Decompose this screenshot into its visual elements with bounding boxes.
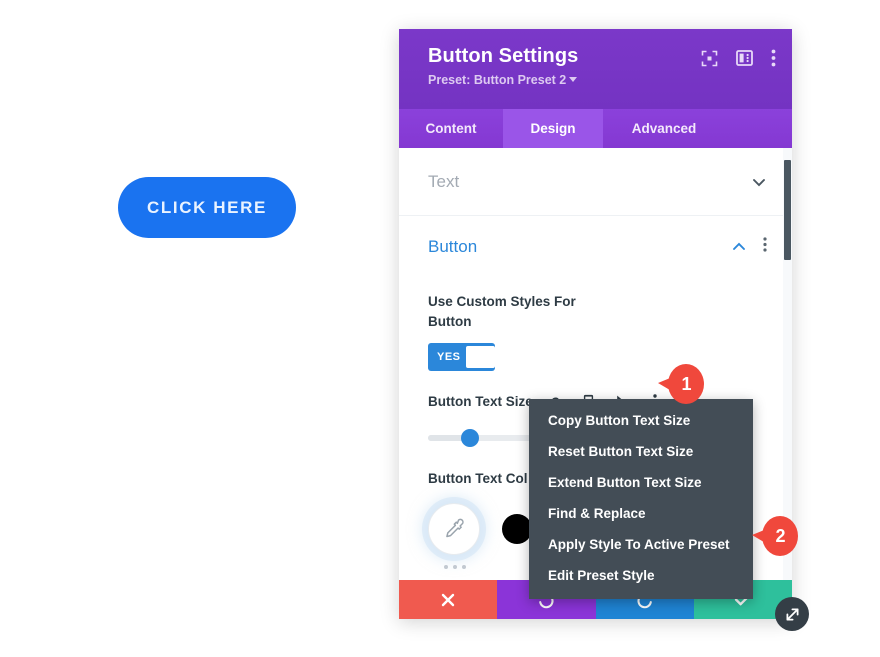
fullscreen-icon[interactable]: [701, 50, 718, 67]
context-menu: Copy Button Text Size Reset Button Text …: [529, 399, 753, 599]
tab-advanced[interactable]: Advanced: [603, 109, 725, 148]
menu-item-apply-style-to-active-preset[interactable]: Apply Style To Active Preset: [529, 529, 753, 560]
resize-handle[interactable]: [775, 597, 809, 631]
color-swatch-black[interactable]: [502, 514, 532, 544]
tab-design[interactable]: Design: [503, 109, 603, 148]
preview-button-label: CLICK HERE: [147, 197, 267, 217]
menu-item-reset[interactable]: Reset Button Text Size: [529, 436, 753, 467]
menu-item-copy[interactable]: Copy Button Text Size: [529, 405, 753, 436]
toggle-knob: [465, 346, 495, 368]
slider-knob[interactable]: [461, 429, 479, 447]
screenshot-root: CLICK HERE Button Settings Preset: Butto…: [0, 0, 880, 657]
section-text-label: Text: [428, 171, 460, 191]
header-icon-group: [701, 49, 776, 67]
annotation-pin-2: 2: [752, 516, 798, 556]
section-more-vertical-icon[interactable]: [763, 237, 767, 257]
tab-content[interactable]: Content: [399, 109, 503, 148]
field-custom-styles: Use Custom Styles For Button YES: [399, 278, 792, 371]
chevron-up-icon[interactable]: [731, 239, 747, 255]
section-button[interactable]: Button: [399, 216, 792, 278]
section-text[interactable]: Text: [399, 148, 792, 216]
menu-item-edit-preset-style[interactable]: Edit Preset Style: [529, 560, 753, 591]
cancel-button[interactable]: [399, 580, 498, 619]
custom-styles-label: Use Custom Styles For Button: [428, 294, 576, 329]
resize-arrow-icon: [786, 608, 798, 620]
panel-scrollbar-thumb[interactable]: [784, 160, 791, 260]
menu-item-find-replace[interactable]: Find & Replace: [529, 498, 753, 529]
annotation-number: 2: [775, 525, 786, 546]
chevron-down-icon[interactable]: [751, 174, 767, 190]
button-text-size-label: Button Text Size: [428, 394, 533, 409]
preview-click-here-button[interactable]: CLICK HERE: [118, 177, 296, 238]
close-icon: [441, 593, 455, 606]
annotation-number: 1: [681, 373, 692, 394]
section-button-label: Button: [428, 237, 478, 256]
preset-selector[interactable]: Preset: Button Preset 2: [428, 73, 772, 87]
modal-tabs: Content Design Advanced: [399, 109, 792, 148]
chevron-down-icon: [569, 77, 578, 82]
more-vertical-icon[interactable]: [771, 49, 776, 67]
layout-icon[interactable]: [736, 50, 753, 66]
modal-header: Button Settings Preset: Button Preset 2: [399, 29, 792, 109]
toggle-value: YES: [437, 351, 461, 363]
eyedropper-icon[interactable]: [428, 503, 480, 555]
color-more-dots-icon[interactable]: [444, 565, 466, 569]
menu-item-extend[interactable]: Extend Button Text Size: [529, 467, 753, 498]
annotation-pin-1: 1: [658, 364, 704, 404]
preset-label: Preset: Button Preset 2: [428, 73, 567, 87]
custom-styles-toggle[interactable]: YES: [428, 343, 495, 371]
